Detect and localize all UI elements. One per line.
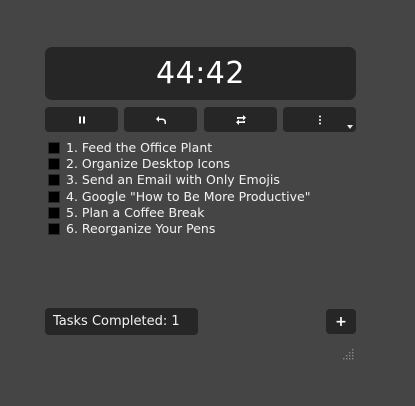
task-checkbox[interactable] xyxy=(48,223,60,236)
menu-button[interactable] xyxy=(283,107,356,132)
task-checkbox[interactable] xyxy=(48,174,60,187)
task-label: 3. Send an Email with Only Emojis xyxy=(66,172,280,188)
task-label: 4. Google "How to Be More Productive" xyxy=(66,188,311,204)
plus-icon: + xyxy=(335,313,347,330)
tasks-completed-label: Tasks Completed: 1 xyxy=(53,314,180,329)
dropdown-caret-icon xyxy=(347,125,353,129)
tasks-completed-counter: Tasks Completed: 1 xyxy=(45,308,198,335)
task-item: 4. Google "How to Be More Productive" xyxy=(48,189,353,205)
timer-controls xyxy=(45,107,356,132)
timer-value: 44:42 xyxy=(156,56,245,91)
task-item: 3. Send an Email with Only Emojis xyxy=(48,172,353,188)
task-checkbox[interactable] xyxy=(48,142,60,155)
undo-button[interactable] xyxy=(124,107,197,132)
task-checkbox[interactable] xyxy=(48,206,60,219)
repeat-button[interactable] xyxy=(204,107,277,132)
task-item: 1. Feed the Office Plant xyxy=(48,140,353,156)
vertical-ellipsis-icon xyxy=(318,115,322,125)
pause-button[interactable] xyxy=(45,107,118,132)
task-item: 6. Reorganize Your Pens xyxy=(48,221,353,237)
undo-arrow-icon xyxy=(155,115,167,125)
task-label: 5. Plan a Coffee Break xyxy=(66,204,205,220)
task-checkbox[interactable] xyxy=(48,158,60,171)
task-label: 6. Reorganize Your Pens xyxy=(66,221,216,237)
add-task-button[interactable]: + xyxy=(326,309,356,334)
timer-display: 44:42 xyxy=(45,47,356,100)
repeat-icon xyxy=(235,114,247,126)
task-item: 5. Plan a Coffee Break xyxy=(48,205,353,221)
timer-widget: 44:42 1. Feed the Office Plant 2. Organi… xyxy=(45,47,356,360)
task-label: 1. Feed the Office Plant xyxy=(66,140,213,156)
resize-grip-icon[interactable] xyxy=(343,345,355,360)
task-item: 2. Organize Desktop Icons xyxy=(48,156,353,172)
task-label: 2. Organize Desktop Icons xyxy=(66,156,231,172)
pause-icon xyxy=(77,115,87,125)
task-checkbox[interactable] xyxy=(48,190,60,203)
task-list: 1. Feed the Office Plant 2. Organize Des… xyxy=(48,140,353,237)
